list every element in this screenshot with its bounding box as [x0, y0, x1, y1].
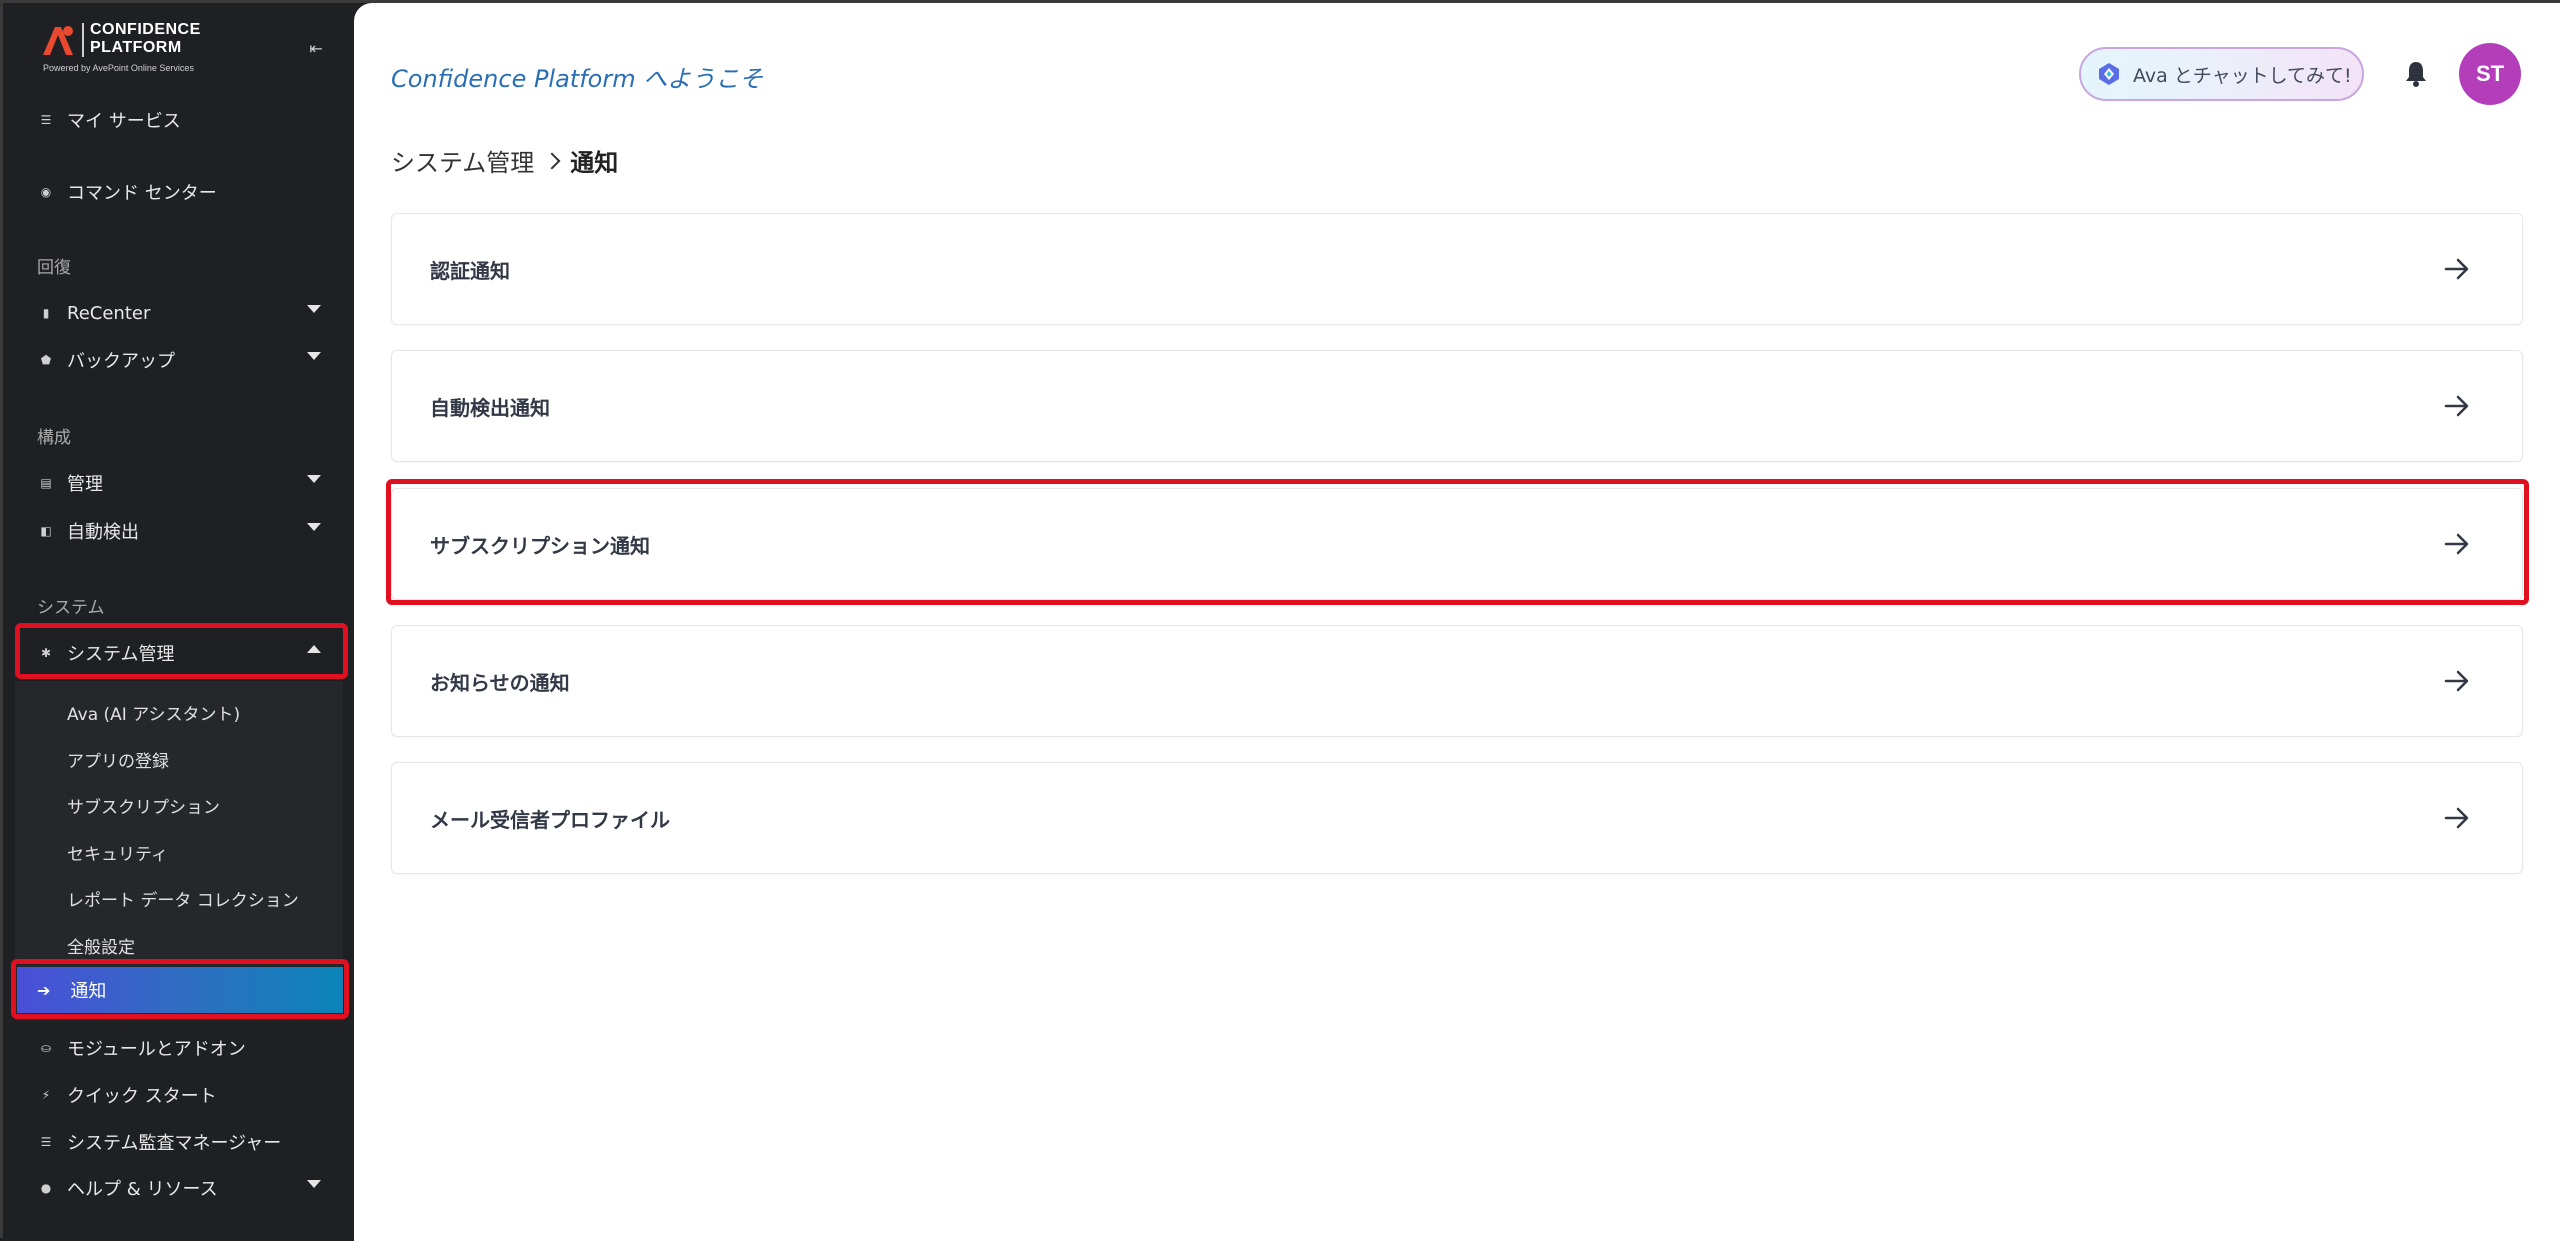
sidebar-item-my-services[interactable]: ☰ マイ サービス — [15, 98, 343, 142]
sidebar-item-label: 管理 — [67, 474, 103, 495]
sidebar-item-management[interactable]: ▤ 管理 — [15, 461, 343, 505]
sidebar-item-modules-addons[interactable]: ⛀ モジュールとアドオン — [15, 1026, 343, 1070]
logo-title: CONFIDENCE PLATFORM — [90, 21, 201, 56]
basket-icon: ⛀ — [40, 1041, 52, 1055]
card-label: 自動検出通知 — [430, 395, 550, 420]
breadcrumb-parent[interactable]: システム管理 — [391, 143, 534, 178]
chevron-down-icon — [307, 305, 321, 313]
submenu-item-security[interactable]: セキュリティ — [67, 840, 168, 865]
logo-separator — [82, 23, 84, 57]
sidebar-item-label: ヘルプ & リソース — [67, 1179, 218, 1200]
sidebar-item-recenter[interactable]: ▮ ReCenter — [15, 291, 343, 335]
chevron-down-icon — [307, 1180, 321, 1188]
sidebar-item-help-resources[interactable]: ● ヘルプ & リソース — [15, 1166, 343, 1210]
card-label: 認証通知 — [430, 258, 510, 283]
card-announcement-notification[interactable]: お知らせの通知 — [391, 625, 2523, 737]
card-label: サブスクリプション通知 — [430, 533, 650, 558]
sidebar-item-label: 自動検出 — [67, 522, 139, 543]
card-email-recipient-profile[interactable]: メール受信者プロファイル — [391, 762, 2523, 874]
card-label: お知らせの通知 — [430, 670, 570, 695]
logo-subtitle: Powered by AvePoint Online Services — [43, 63, 194, 73]
chevron-down-icon — [307, 523, 321, 531]
submenu-item-ava[interactable]: Ava (AI アシスタント) — [67, 700, 240, 725]
sidebar-item-label: コマンド センター — [67, 183, 217, 204]
section-label-config: 構成 — [37, 428, 71, 448]
chevron-down-icon — [307, 352, 321, 360]
sidebar-item-backup[interactable]: ⬟ バックアップ — [15, 338, 343, 382]
sidebar-item-label: クイック スタート — [67, 1086, 217, 1107]
logo-mark-icon — [43, 26, 73, 55]
cubes-icon: ◧ — [40, 524, 52, 538]
card-auth-notification[interactable]: 認証通知 — [391, 213, 2523, 325]
chevron-right-icon — [543, 152, 561, 169]
submenu-item-notifications[interactable]: ➔ 通知 — [17, 967, 343, 1013]
list-icon: ☰ — [40, 1135, 52, 1149]
section-label-system: システム — [37, 598, 105, 618]
card-subscription-notification[interactable]: サブスクリプション通知 — [391, 488, 2523, 600]
globe-icon: ◉ — [40, 185, 52, 199]
card-auto-discovery-notification[interactable]: 自動検出通知 — [391, 350, 2523, 462]
arrow-right-icon — [2444, 807, 2469, 829]
submenu-item-subscription[interactable]: サブスクリプション — [67, 793, 220, 818]
book-icon: ▤ — [40, 476, 52, 490]
ava-chat-label: Ava とチャットしてみて! — [2133, 64, 2352, 87]
sidebar-item-label: ReCenter — [67, 302, 151, 324]
list-icon: ☰ — [40, 113, 52, 127]
sidebar-item-label: システム監査マネージャー — [67, 1133, 282, 1154]
arrow-right-icon — [2444, 395, 2469, 417]
shield-icon: ⬟ — [40, 353, 52, 367]
arrow-right-icon — [2444, 533, 2469, 555]
collapse-sidebar-icon[interactable]: ⇤ — [305, 39, 327, 59]
card-label: メール受信者プロファイル — [430, 807, 670, 832]
sidebar-item-system-admin[interactable]: ✱ システム管理 — [15, 631, 343, 675]
arrow-right-icon — [2444, 670, 2469, 692]
gear-icon: ✱ — [40, 646, 52, 660]
submenu-item-app-registration[interactable]: アプリの登録 — [67, 747, 169, 772]
chevron-down-icon — [307, 475, 321, 483]
sidebar-item-label: システム管理 — [67, 644, 175, 665]
section-label-recovery: 回復 — [37, 258, 71, 278]
sidebar-item-command-center[interactable]: ◉ コマンド センター — [15, 170, 343, 214]
breadcrumb: システム管理 通知 — [391, 143, 618, 178]
bell-icon[interactable] — [2402, 59, 2430, 89]
sidebar-item-label: マイ サービス — [67, 111, 181, 132]
welcome-title: Confidence Platform へようこそ — [391, 65, 764, 93]
submenu-item-label: 通知 — [70, 981, 107, 1002]
ava-icon — [2099, 63, 2119, 85]
document-icon: ▮ — [42, 306, 50, 320]
main-content: Confidence Platform へようこそ Ava とチャットしてみて!… — [354, 3, 2560, 1241]
sidebar-item-auto-discovery[interactable]: ◧ 自動検出 — [15, 509, 343, 553]
window-frame: CONFIDENCE PLATFORM Powered by AvePoint … — [0, 0, 2560, 1241]
bolt-icon: ⚡ — [41, 1088, 51, 1102]
breadcrumb-current: 通知 — [570, 149, 619, 177]
sidebar-item-system-audit-manager[interactable]: ☰ システム監査マネージャー — [15, 1120, 343, 1164]
submenu-item-general-settings[interactable]: 全般設定 — [67, 933, 135, 958]
chevron-up-icon — [307, 645, 321, 653]
submenu-item-report-data-collection[interactable]: レポート データ コレクション — [67, 886, 299, 911]
sidebar-item-quick-start[interactable]: ⚡ クイック スタート — [15, 1073, 343, 1117]
arrow-right-icon: ➔ — [37, 980, 51, 1000]
ava-chat-button[interactable]: Ava とチャットしてみて! — [2079, 47, 2364, 101]
sidebar: CONFIDENCE PLATFORM Powered by AvePoint … — [3, 3, 354, 1241]
help-icon: ● — [40, 1181, 52, 1195]
sidebar-item-label: バックアップ — [67, 351, 175, 372]
sidebar-item-label: モジュールとアドオン — [67, 1039, 246, 1060]
avatar[interactable]: ST — [2459, 43, 2521, 105]
arrow-right-icon — [2444, 258, 2469, 280]
